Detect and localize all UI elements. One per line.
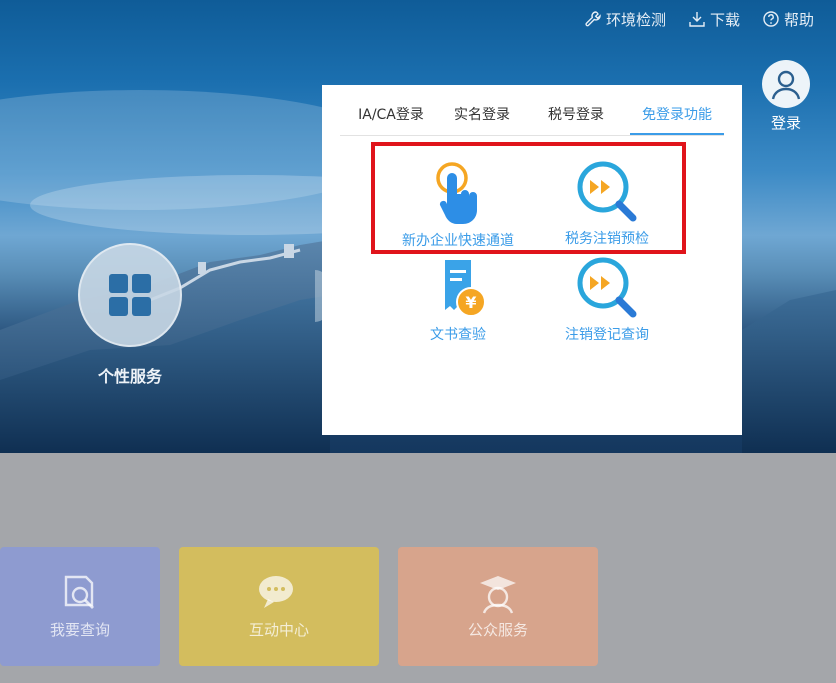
tab-realname-login[interactable]: 实名登录 [442,101,522,135]
personal-service-label: 个性服务 [97,367,162,386]
wrench-icon [585,11,601,27]
service-new-enterprise-label: 新办企业快速通道 [402,233,514,249]
card-interaction-label: 互动中心 [248,621,309,639]
top-toolbar: 环境检测 下载 帮助 [584,0,836,38]
service-document-verify-label: 文书查验 [430,327,486,343]
card-public-service[interactable]: 公众服务 [398,547,598,666]
download-label: 下载 [709,10,740,29]
service-deregistration-precheck-label: 税务注销预检 [565,231,649,247]
login-label: 登录 [770,114,801,132]
magnifier-arrows-icon [577,257,637,318]
tab-taxid-login[interactable]: 税号登录 [522,101,630,135]
service-new-enterprise[interactable]: 新办企业快速通道 [398,160,518,250]
personal-service-circle [78,243,182,347]
login-button[interactable]: 登录 [760,60,812,133]
user-icon [771,70,801,100]
tap-finger-icon [436,162,477,224]
tab-ia-ca-login[interactable]: IA/CA登录 [340,101,442,135]
env-check-link[interactable]: 环境检测 [584,9,666,30]
tab-no-login-functions[interactable]: 免登录功能 [630,101,724,135]
chat-bubbles-icon [259,576,293,608]
service-document-verify[interactable]: ¥ 文书查验 [410,256,506,344]
grid-icon [109,274,151,316]
env-check-label: 环境检测 [605,10,666,29]
document-search-icon [64,575,94,609]
help-link[interactable]: 帮助 [762,9,814,30]
login-avatar [762,60,810,108]
help-label: 帮助 [783,10,814,29]
service-deregistration-query[interactable]: 注销登记查询 [552,256,662,344]
service-deregistration-precheck[interactable]: 税务注销预检 [552,160,662,248]
document-yuan-icon: ¥ [445,260,486,317]
download-icon [689,12,705,27]
card-query[interactable]: 我要查询 [0,547,160,666]
service-deregistration-query-label: 注销登记查询 [565,327,649,343]
card-interaction[interactable]: 互动中心 [179,547,379,666]
login-tabs: IA/CA登录 实名登录 税号登录 免登录功能 [340,101,724,136]
svg-text:¥: ¥ [465,293,476,312]
login-panel: IA/CA登录 实名登录 税号登录 免登录功能 [322,85,742,435]
card-query-label: 我要查询 [49,621,110,639]
help-circle-icon [763,11,779,27]
graduate-icon [480,576,516,614]
download-link[interactable]: 下载 [688,9,740,30]
card-public-service-label: 公众服务 [467,621,528,639]
personal-service-button[interactable]: 个性服务 [78,243,182,387]
magnifier-arrows-icon [577,161,637,222]
